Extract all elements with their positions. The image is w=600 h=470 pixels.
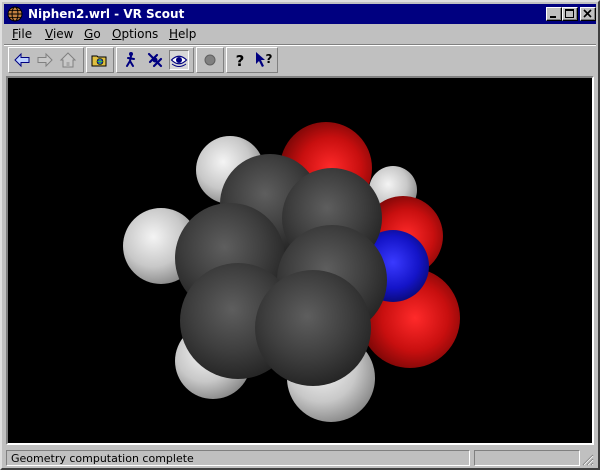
walk-mode-button[interactable]	[121, 50, 141, 70]
carbon-atom	[255, 270, 371, 386]
molecule-scene[interactable]	[8, 78, 592, 443]
menu-go-label: o	[93, 27, 101, 41]
close-icon	[583, 9, 592, 18]
examine-eye-icon	[170, 55, 188, 67]
vr-scout-window: Niphen2.wrl - VR Scout File View Go Opti…	[0, 0, 600, 470]
vr-scout-globe-icon[interactable]	[7, 6, 23, 22]
examine-mode-button[interactable]	[169, 50, 189, 70]
fly-icon	[147, 52, 163, 68]
home-icon	[59, 52, 77, 68]
menu-view-label: iew	[52, 27, 74, 41]
help-button[interactable]: ?	[230, 50, 250, 70]
stop-button[interactable]	[200, 50, 220, 70]
title-bar[interactable]: Niphen2.wrl - VR Scout	[4, 4, 596, 24]
menu-options[interactable]: Options	[112, 27, 158, 41]
context-help-button[interactable]: ?	[254, 50, 274, 70]
help-icon: ?	[236, 52, 245, 70]
minimize-icon	[550, 16, 556, 18]
back-button[interactable]	[12, 50, 32, 70]
window-title: Niphen2.wrl - VR Scout	[28, 7, 185, 21]
forward-arrow-icon	[37, 52, 53, 68]
menu-options-label: ptions	[121, 27, 159, 41]
menu-file-label: ile	[18, 27, 33, 41]
status-bar: Geometry computation complete	[4, 448, 596, 468]
open-button[interactable]	[90, 50, 110, 70]
menu-help-label: elp	[178, 27, 197, 41]
menu-help[interactable]: Help	[169, 27, 196, 41]
menu-view-mnemonic: V	[45, 27, 53, 41]
minimize-button[interactable]	[546, 7, 562, 21]
svg-text:?: ?	[236, 52, 245, 70]
status-message: Geometry computation complete	[11, 452, 194, 465]
menu-help-mnemonic: H	[169, 27, 179, 41]
forward-button[interactable]	[35, 50, 55, 70]
fly-mode-button[interactable]	[145, 50, 165, 70]
stop-icon	[204, 54, 216, 66]
svg-text:?: ?	[266, 52, 273, 66]
toolbar: ? ?	[4, 46, 596, 74]
resize-grip-icon[interactable]	[582, 454, 594, 466]
back-arrow-icon	[14, 52, 30, 68]
status-message-panel: Geometry computation complete	[6, 450, 470, 466]
maximize-button[interactable]	[562, 7, 578, 21]
menu-bar: File View Go Options Help	[4, 25, 596, 43]
menu-view[interactable]: View	[45, 27, 73, 41]
open-file-icon	[91, 55, 107, 67]
home-button[interactable]	[58, 50, 78, 70]
walk-icon	[126, 52, 135, 67]
maximize-icon	[565, 9, 574, 18]
status-progress-panel	[474, 450, 580, 466]
menu-go-mnemonic: G	[84, 27, 94, 41]
close-button[interactable]	[580, 7, 596, 21]
context-help-icon: ?	[256, 52, 273, 67]
menu-file[interactable]: File	[12, 27, 32, 41]
menu-go[interactable]: Go	[84, 27, 101, 41]
vrml-viewport[interactable]	[6, 76, 594, 445]
